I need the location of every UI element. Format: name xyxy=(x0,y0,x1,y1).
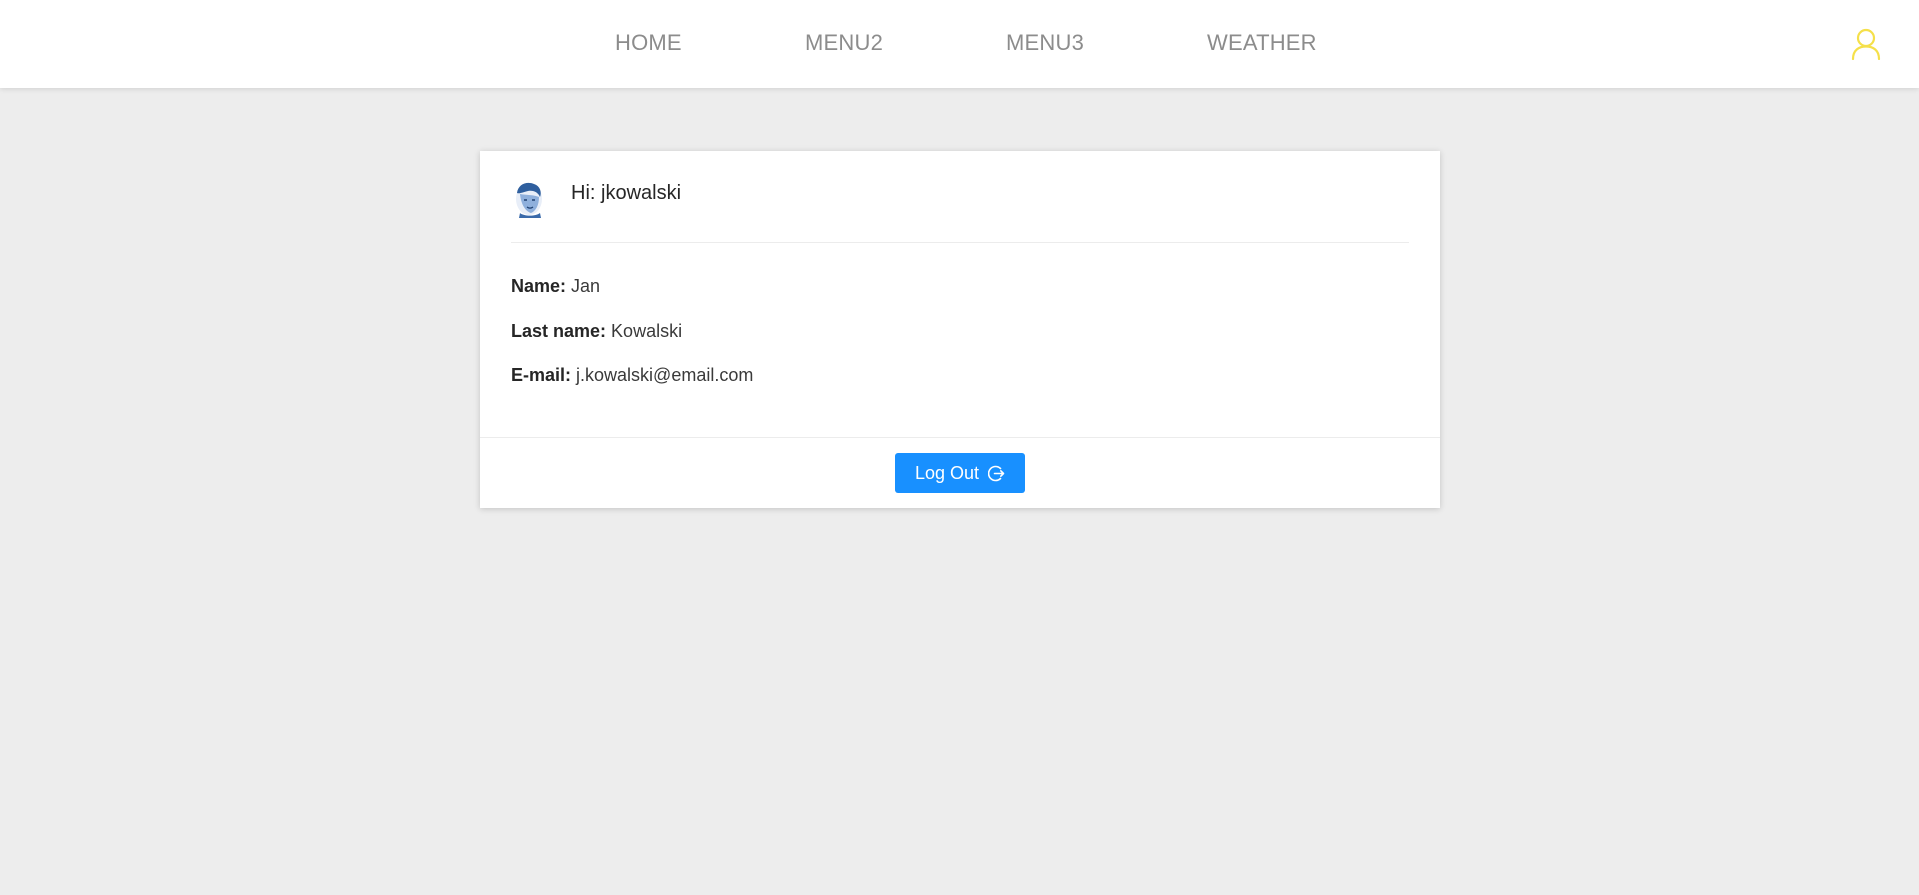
field-email: E-mail: j.kowalski@email.com xyxy=(511,365,753,386)
field-email-label: E-mail: xyxy=(511,365,572,385)
field-name: Name: Jan xyxy=(511,276,600,297)
profile-card-header: Hi: jkowalski xyxy=(511,151,1409,243)
nav-item-home[interactable]: HOME xyxy=(615,30,682,56)
nav-item-menu3[interactable]: MENU3 xyxy=(1006,30,1084,56)
field-name-label: Name: xyxy=(511,276,567,296)
logout-button[interactable]: Log Out xyxy=(895,453,1025,493)
field-last-name-label: Last name: xyxy=(511,321,607,341)
logout-icon xyxy=(987,465,1005,482)
nav-item-menu2[interactable]: MENU2 xyxy=(805,30,883,56)
field-last-name: Last name: Kowalski xyxy=(511,321,682,342)
avatar xyxy=(511,180,547,218)
nav-item-weather[interactable]: WEATHER xyxy=(1207,30,1317,56)
profile-card-footer: Log Out xyxy=(480,437,1440,509)
user-icon[interactable] xyxy=(1851,28,1881,61)
greeting-title: Hi: jkowalski xyxy=(571,182,682,204)
top-navigation-bar: HOME MENU2 MENU3 WEATHER xyxy=(0,0,1919,88)
field-name-value: Jan xyxy=(571,276,601,296)
profile-card: Hi: jkowalski Name: Jan Last name: Kowal… xyxy=(480,151,1440,508)
field-email-value: j.kowalski@email.com xyxy=(576,365,754,385)
logout-button-label: Log Out xyxy=(914,462,980,483)
field-last-name-value: Kowalski xyxy=(611,321,683,341)
